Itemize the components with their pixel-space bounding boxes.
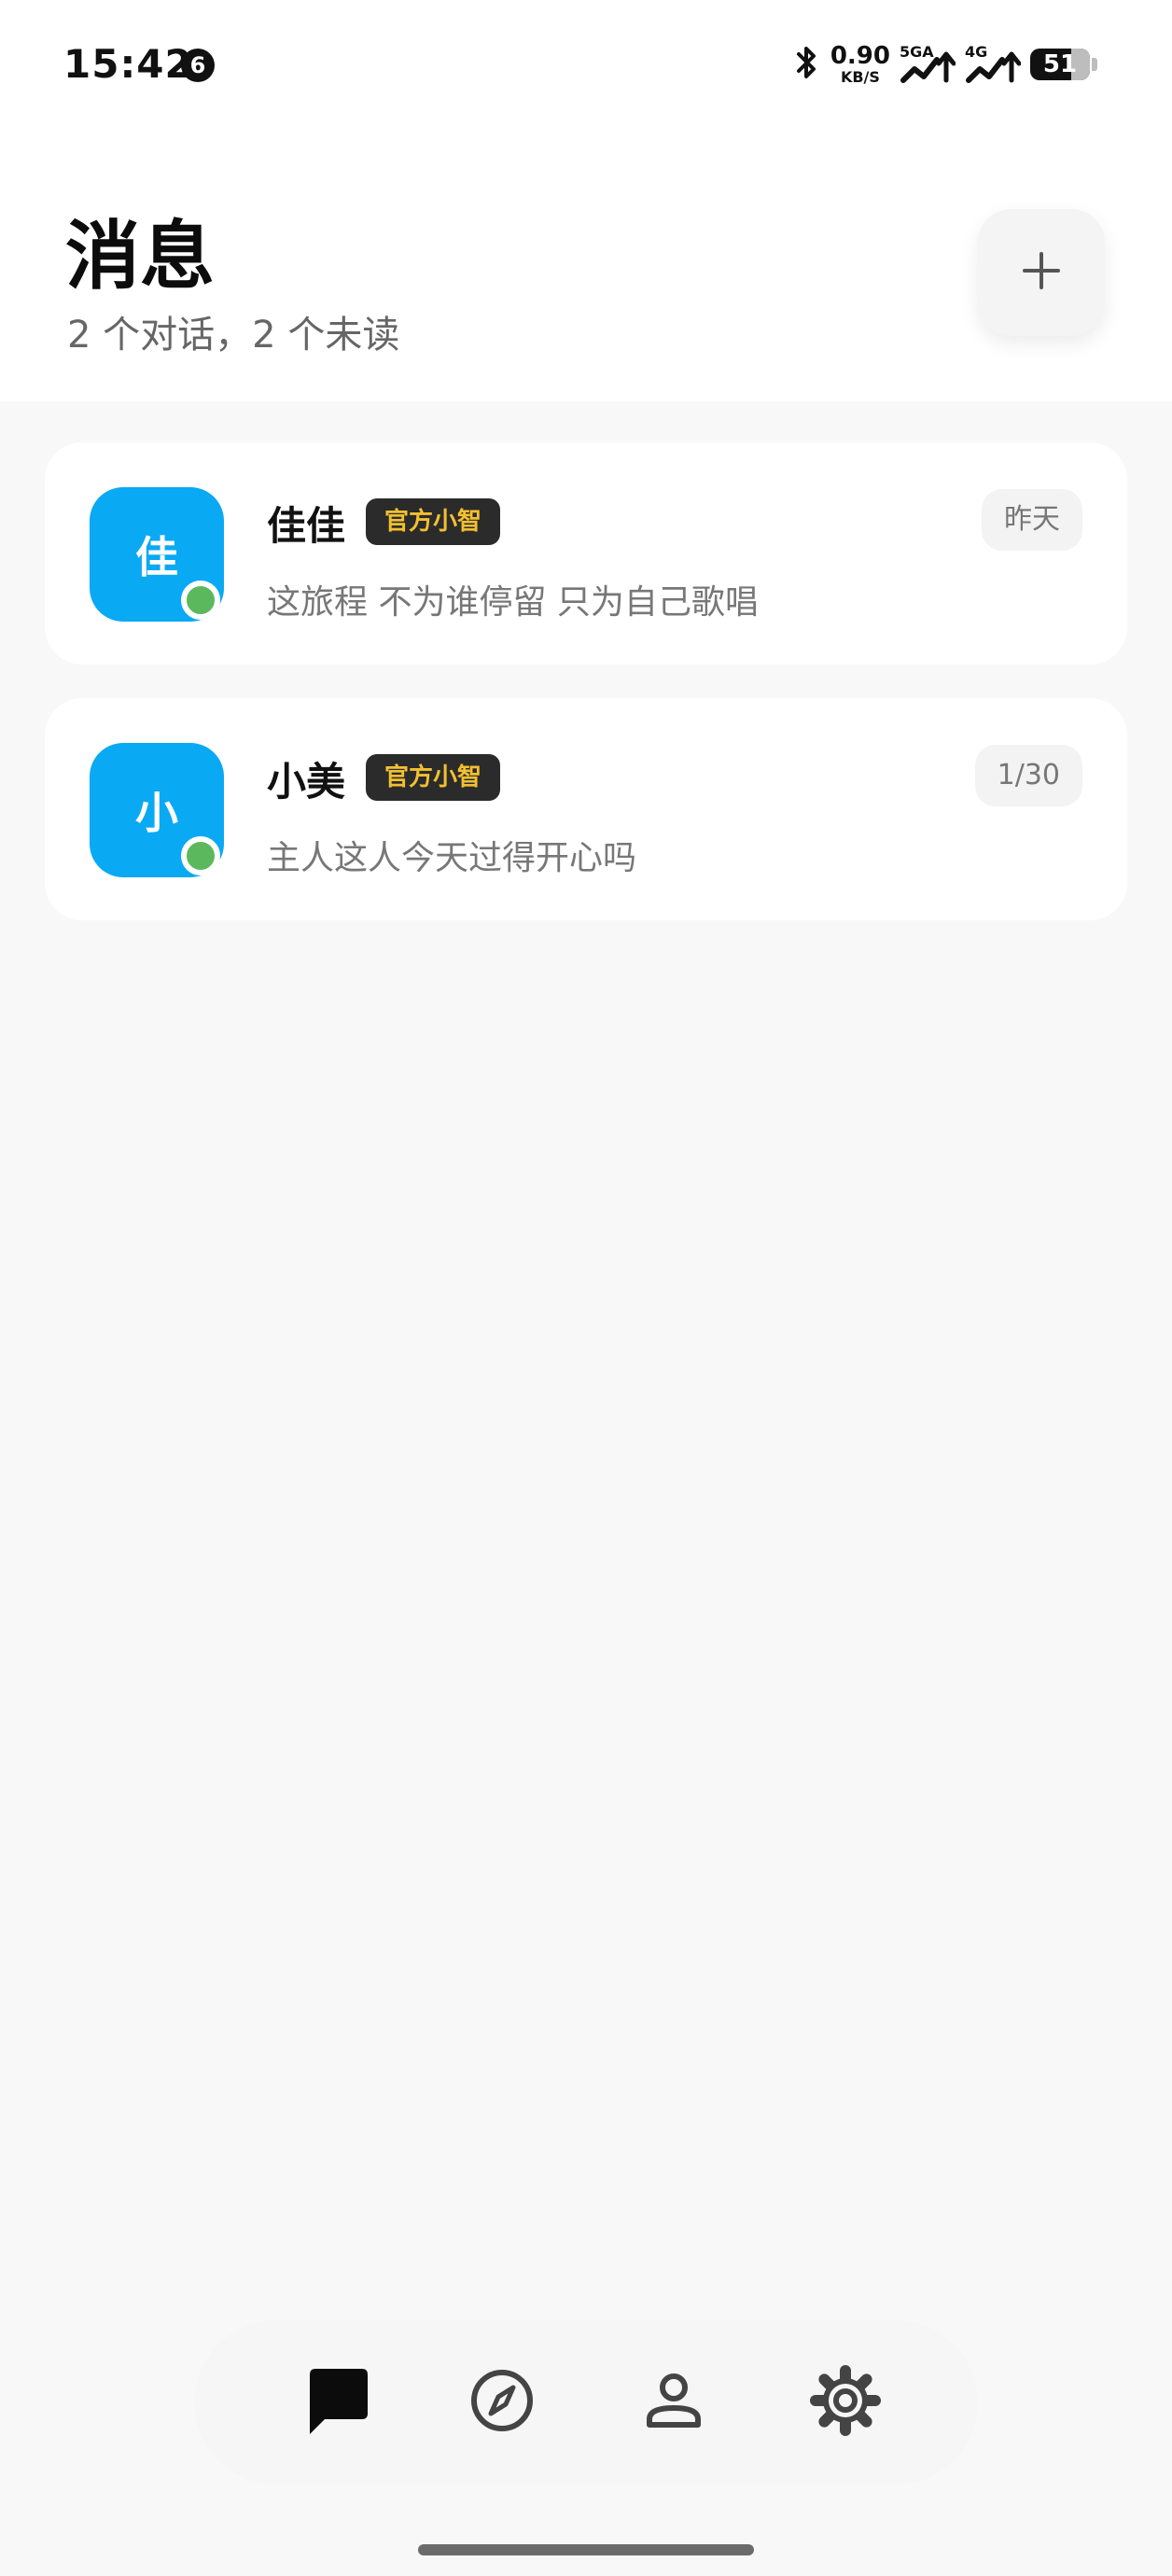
online-status-dot: [181, 836, 220, 875]
nav-discover-tab[interactable]: [457, 2358, 547, 2447]
chat-bubble-icon: [300, 2363, 375, 2442]
conversation-summary: 2 个对话，2 个未读: [67, 314, 400, 357]
status-bar: 15:42 6 0.90 KB/S 5GA 4G 51: [0, 0, 1172, 131]
add-conversation-button[interactable]: [978, 209, 1105, 336]
conversation-item[interactable]: 佳 佳佳 官方小智 昨天 这旅程 不为谁停留 只为自己歌唱: [45, 442, 1127, 665]
signal-4g-label: 4G: [965, 43, 988, 61]
battery-icon: 51: [1030, 49, 1090, 80]
network-speed-value: 0.90: [830, 42, 890, 70]
gear-icon: [810, 2365, 881, 2440]
signal-5ga-label: 5GA: [900, 43, 934, 61]
conversation-time: 1/30: [974, 745, 1082, 806]
notification-count-badge: 6: [181, 49, 215, 82]
status-time: 15:42: [63, 41, 193, 87]
plus-icon: [1021, 250, 1062, 295]
conversation-name: 佳佳: [267, 503, 346, 549]
message-preview: 这旅程 不为谁停留 只为自己歌唱: [267, 583, 759, 622]
conversation-item[interactable]: 小 小美 官方小智 1/30 主人这人今天过得开心吗: [45, 698, 1127, 920]
signal-4g-icon: 4G: [965, 43, 1021, 86]
page-title: 消息: [65, 213, 215, 300]
official-badge: 官方小智: [366, 498, 501, 545]
compass-icon: [468, 2367, 536, 2438]
conversation-time: 昨天: [982, 489, 1082, 551]
battery-tip: [1092, 58, 1097, 71]
status-icons: 0.90 KB/S 5GA 4G 51: [793, 41, 1097, 88]
page-header: 消息 2 个对话，2 个未读: [0, 131, 1172, 401]
official-badge: 官方小智: [366, 754, 501, 801]
nav-settings-tab[interactable]: [801, 2358, 890, 2447]
home-indicator[interactable]: [418, 2544, 754, 2555]
nav-messages-tab[interactable]: [293, 2358, 383, 2447]
online-status-dot: [181, 581, 220, 620]
message-preview: 主人这人今天过得开心吗: [267, 839, 637, 877]
conversation-name: 小美: [267, 759, 346, 805]
network-speed-unit: KB/S: [840, 68, 880, 86]
bottom-nav-bar: [194, 2320, 978, 2485]
person-icon: [640, 2367, 707, 2438]
nav-profile-tab[interactable]: [629, 2358, 719, 2447]
battery-level: 51: [1042, 50, 1078, 78]
network-speed: 0.90 KB/S: [830, 44, 890, 85]
bluetooth-icon: [793, 44, 821, 85]
signal-5ga-icon: 5GA: [900, 43, 956, 86]
messages-screen: 15:42 6 0.90 KB/S 5GA 4G 51 消息 2 个对话，2 个…: [0, 0, 1172, 2576]
